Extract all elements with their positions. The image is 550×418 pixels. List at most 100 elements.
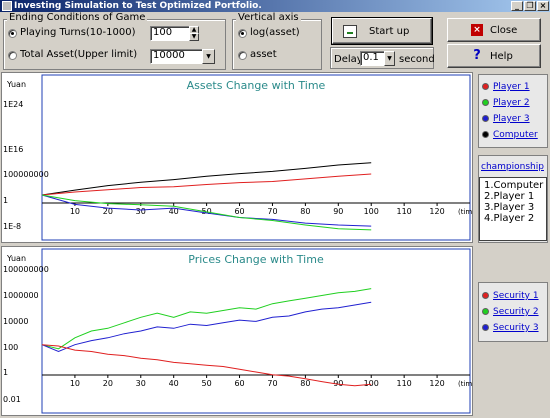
y-axis-label: Yuan (6, 80, 26, 89)
help-button[interactable]: ? Help (447, 44, 541, 68)
y-tick-label: 100000000 (3, 265, 49, 274)
legend-player-label: Computer (493, 130, 538, 140)
color-dot-icon (482, 292, 489, 299)
legend-player-label: Player 1 (493, 82, 530, 92)
y-tick-label: 1E16 (3, 145, 23, 154)
assets-chart: Assets Change with TimeYuan10 20 30 40 50 60 7… (3, 74, 472, 241)
x-axis-label: (time (458, 208, 472, 216)
close-icon: × (471, 24, 483, 36)
title-bar: Investing Simulation to Test Optimized P… (0, 0, 550, 12)
series-line-1 (41, 288, 372, 350)
help-icon: ? (473, 48, 481, 63)
series-line-2 (41, 301, 372, 353)
turns-spin-down[interactable]: ▼ (189, 33, 199, 41)
delay-dropdown-arrow[interactable]: ▼ (384, 51, 395, 66)
legend-player-2[interactable]: Player 2 (482, 98, 530, 110)
x-tick-label: 60 (234, 207, 244, 216)
legend-security-2[interactable]: Security 2 (482, 307, 539, 319)
x-tick-label: 50 (202, 379, 212, 388)
championship-title[interactable]: championship (481, 162, 544, 172)
legend-player-label: Player 2 (493, 98, 530, 108)
x-tick-label: 40 (169, 379, 179, 388)
window-title: Investing Simulation to Test Optimized P… (14, 1, 262, 11)
log-asset-radio[interactable] (238, 29, 247, 38)
legend-security-3[interactable]: Security 3 (482, 323, 539, 335)
x-tick-label: 30 (136, 207, 146, 216)
color-dot-icon (482, 308, 489, 315)
x-tick-label: 100 (364, 207, 379, 216)
help-label: Help (490, 51, 513, 62)
delay-select[interactable]: 0.1 (360, 51, 385, 66)
minimize-button[interactable]: _ (511, 1, 523, 11)
y-tick-label: 0.01 (3, 395, 21, 404)
championship-item: 4.Player 2 (484, 213, 535, 224)
y-tick-label: 1 (3, 196, 8, 205)
x-tick-label: 70 (267, 379, 277, 388)
start-icon (343, 25, 357, 38)
close-button[interactable]: × Close (447, 18, 541, 42)
y-tick-label: 1E-8 (3, 222, 21, 231)
y-tick-label: 1 (3, 368, 8, 377)
color-dot-icon (482, 324, 489, 331)
delay-label: Delay (334, 54, 363, 65)
asset-label: asset (250, 49, 277, 60)
x-tick-label: 120 (429, 207, 444, 216)
ending-conditions-label: Ending Conditions of Game (7, 12, 148, 23)
chart-title: Assets Change with Time (187, 79, 326, 92)
restore-button[interactable]: ❐ (524, 1, 536, 11)
y-tick-label: 10000 (3, 317, 28, 326)
legend-security-label: Security 1 (493, 291, 539, 301)
prices-chart: Prices Change with Time Yuan 10 20 30 40 50 60 7… (3, 248, 472, 414)
championship-item: 2.Player 1 (484, 191, 535, 202)
total-asset-radio[interactable] (8, 51, 17, 60)
playing-turns-input[interactable]: 100 (150, 26, 190, 41)
series-line-1 (41, 162, 372, 196)
plot-frame (41, 248, 471, 414)
legend-security-1[interactable]: Security 1 (482, 291, 539, 303)
x-tick-label: 10 (70, 207, 80, 216)
y-tick-label: 100 (3, 343, 18, 352)
x-tick-label: 120 (429, 379, 444, 388)
vertical-axis-label: Vertical axis (236, 12, 301, 23)
color-dot-icon (482, 99, 489, 106)
color-dot-icon (482, 83, 489, 90)
start-up-button[interactable]: Start up (331, 17, 433, 45)
x-tick-label: 80 (300, 207, 310, 216)
legend-player-4[interactable]: Computer (482, 130, 538, 142)
log-asset-label: log(asset) (250, 27, 300, 38)
x-tick-label: 80 (300, 379, 310, 388)
color-dot-icon (482, 131, 489, 138)
total-asset-label: Total Asset(Upper limit) (20, 49, 138, 60)
asset-radio[interactable] (238, 51, 247, 60)
x-tick-label: 60 (234, 379, 244, 388)
x-tick-label: 10 (70, 379, 80, 388)
y-tick-label: 1E24 (3, 100, 23, 109)
x-tick-label: 20 (103, 379, 113, 388)
assets-chart-panel: Assets Change with Time Yuan 10 20 30 40 50 60 7… (1, 72, 473, 243)
legend-security-label: Security 3 (493, 323, 539, 333)
close-label: Close (490, 25, 518, 36)
x-tick-label: 70 (267, 207, 277, 216)
championship-item: 1.Computer (484, 180, 544, 191)
y-tick-label: 100000000 (3, 170, 49, 179)
total-asset-select[interactable]: 10000 (150, 49, 203, 64)
x-axis-label: (time (458, 380, 472, 388)
legend-player-3[interactable]: Player 3 (482, 114, 530, 126)
y-tick-label: 1000000 (3, 291, 39, 300)
legend-player-1[interactable]: Player 1 (482, 82, 530, 94)
legend-security-label: Security 2 (493, 307, 539, 317)
legend-player-label: Player 3 (493, 114, 530, 124)
championship-item: 3.Player 3 (484, 202, 535, 213)
x-tick-label: 30 (136, 379, 146, 388)
chart-title: Prices Change with Time (188, 253, 324, 266)
app-icon (2, 1, 12, 11)
x-tick-label: 90 (333, 207, 343, 216)
playing-turns-label: Playing Turns(10-1000) (20, 27, 136, 38)
x-tick-label: 110 (397, 207, 412, 216)
x-tick-label: 110 (397, 379, 412, 388)
playing-turns-radio[interactable] (8, 29, 17, 38)
start-up-label: Start up (369, 26, 410, 37)
x-tick-label: 100 (364, 379, 379, 388)
close-window-button[interactable]: × (537, 1, 549, 11)
total-asset-dropdown-arrow[interactable]: ▼ (202, 49, 215, 64)
